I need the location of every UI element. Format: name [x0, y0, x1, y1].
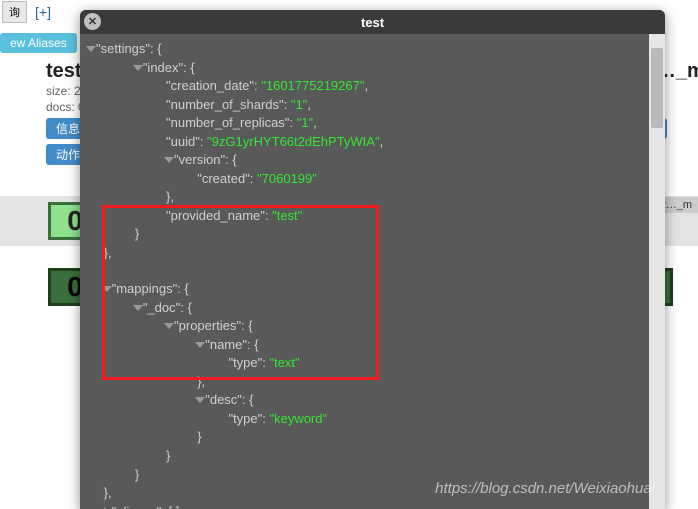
add-tab-button[interactable]: [+] — [27, 4, 59, 20]
modal-title-bar: ✕ test — [80, 10, 665, 34]
scrollbar-track[interactable] — [649, 34, 665, 509]
scrollbar-thumb[interactable] — [651, 48, 663, 128]
aliases-button[interactable]: ew Aliases — [0, 33, 77, 53]
top-tabs: 询 [+] — [0, 0, 59, 24]
closed-tab[interactable]: 询 — [2, 1, 27, 23]
json-viewer[interactable]: "settings": { "index": { "creation_date"… — [80, 34, 649, 509]
close-icon[interactable]: ✕ — [84, 13, 101, 30]
modal-body: "settings": { "index": { "creation_date"… — [80, 34, 665, 509]
modal-title: test — [361, 15, 384, 30]
json-modal: ✕ test "settings": { "index": { "creatio… — [80, 10, 665, 509]
